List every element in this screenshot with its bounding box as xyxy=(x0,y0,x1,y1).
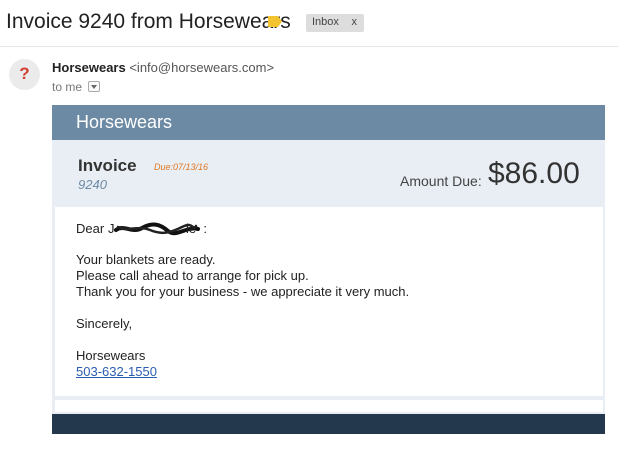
sender-avatar[interactable]: ? xyxy=(9,59,40,90)
body-line-2: Please call ahead to arrange for pick up… xyxy=(76,268,309,283)
svg-text:J: J xyxy=(108,222,115,236)
phone-number[interactable]: 503-632-1550 xyxy=(76,364,157,379)
chevron-down-icon xyxy=(91,85,98,89)
header-divider xyxy=(0,46,618,47)
greeting-end: : xyxy=(199,221,208,236)
recipient-line: to me xyxy=(52,80,101,94)
redacted-name: Jie xyxy=(108,221,200,236)
message-body: Dear Jie : Your blankets are ready. Plea… xyxy=(55,207,603,396)
email-header: Invoice 9240 from Horsewears Inbox x xyxy=(0,0,618,46)
inbox-label-text: Inbox xyxy=(312,16,339,28)
brand-bar: Horsewears xyxy=(52,105,605,140)
inbox-label-chip[interactable]: Inbox x xyxy=(306,14,364,32)
invoice-header: Invoice Due:07/13/16 9240 Amount Due: $8… xyxy=(52,140,605,207)
email-subject: Invoice 9240 from Horsewears xyxy=(6,10,291,33)
recipient-text: to me xyxy=(52,80,83,94)
invoice-card: Horsewears Invoice Due:07/13/16 9240 Amo… xyxy=(52,105,605,434)
greeting: Dear Jie : xyxy=(76,221,207,236)
due-date: Due:07/13/16 xyxy=(154,162,209,172)
phone-link[interactable]: 503-632-1550 xyxy=(76,364,157,379)
body-line-1: Your blankets are ready. xyxy=(76,252,216,267)
show-details-dropdown[interactable] xyxy=(88,81,101,92)
invoice-title: Invoice xyxy=(78,156,137,175)
brand-name: Horsewears xyxy=(76,112,173,132)
label-tag-icon[interactable] xyxy=(268,16,282,27)
amount-due-value: $86.00 xyxy=(488,157,580,190)
body-line-3: Thank you for your business - we appreci… xyxy=(76,284,410,299)
svg-text:ie: ie xyxy=(186,222,196,236)
footer-bar xyxy=(52,414,605,434)
greeting-start: Dear xyxy=(76,221,108,236)
sender-line: Horsewears <info@horsewears.com> xyxy=(52,60,274,75)
unknown-sender-icon: ? xyxy=(19,64,30,83)
invoice-number: 9240 xyxy=(78,177,107,192)
sender-email: <info@horsewears.com> xyxy=(129,60,275,75)
sender-name[interactable]: Horsewears xyxy=(52,60,126,75)
remove-label-button[interactable]: x xyxy=(352,16,358,28)
amount-due-label: Amount Due: xyxy=(400,173,482,189)
signature: Horsewears xyxy=(76,348,146,363)
footer-strip xyxy=(55,400,603,412)
closing: Sincerely, xyxy=(76,316,133,331)
